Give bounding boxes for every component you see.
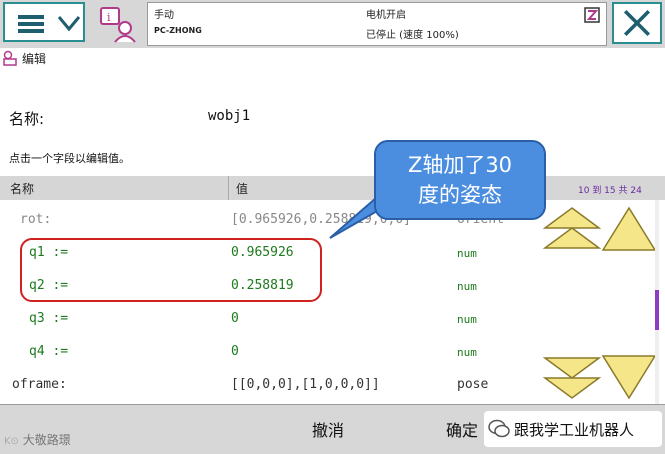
motor-state-text: 电机开启 <box>366 10 406 21</box>
run-state-text: 已停止 (速度 100%) <box>366 30 459 41</box>
row-name: q3 := <box>29 311 69 326</box>
name-label: 名称: <box>9 110 45 128</box>
callout-bubble: Z轴加了30 度的姿态 <box>374 140 546 220</box>
hamburger-icon <box>18 15 44 33</box>
row-value: [[0,0,0],[1,0,0,0]] <box>231 377 380 392</box>
watermark: K⊙ 大敬路璟 <box>4 431 71 448</box>
row-name: q4 := <box>29 344 69 359</box>
page-down-icon[interactable] <box>543 354 601 400</box>
bottom-bar: 撤消 确定 取消 K⊙ 大敬路璟 跟我学工业机器人 <box>0 404 665 454</box>
top-bar: i 手动 PC-ZHONG 电机开启 已停止 (速度 100%) <box>0 0 665 48</box>
system-name-text: PC-ZHONG <box>154 26 202 35</box>
window-title: 编辑 <box>22 52 47 66</box>
row-type: num <box>457 247 477 260</box>
operator-window-icon[interactable]: i <box>95 2 139 44</box>
row-type: pose <box>457 377 489 392</box>
callout-line-2: 度的姿态 <box>418 183 502 207</box>
row-type: num <box>457 346 477 359</box>
table-header: 名称 值 10 到 15 共 24 <box>0 176 665 200</box>
row-name: oframe: <box>12 377 67 392</box>
brand-text: 跟我学工业机器人 <box>514 421 635 439</box>
main-menu-button[interactable] <box>3 2 85 42</box>
column-header-name: 名称 <box>10 182 35 196</box>
wechat-icon <box>488 419 510 438</box>
row-name: rot: <box>20 212 52 227</box>
status-panel: 手动 PC-ZHONG 电机开启 已停止 (速度 100%) <box>147 2 607 46</box>
row-value: 0 <box>231 311 239 326</box>
page-info: 10 到 15 共 24 <box>578 186 642 196</box>
chevron-down-icon <box>57 16 81 32</box>
close-icon[interactable] <box>612 2 662 44</box>
table-row[interactable]: q4 := 0 num <box>0 336 540 369</box>
watermark-logo-icon: K⊙ <box>4 436 19 447</box>
scroll-up-icon[interactable] <box>601 206 657 252</box>
ok-button[interactable]: 确定 <box>446 417 478 441</box>
watermark-text: 大敬路璟 <box>22 433 71 447</box>
name-value: wobj1 <box>208 108 251 124</box>
table-row[interactable]: oframe: [[0,0,0],[1,0,0,0]] pose <box>0 369 540 402</box>
row-type: num <box>457 280 477 293</box>
row-type: num <box>457 313 477 326</box>
scroll-down-icon[interactable] <box>601 354 657 400</box>
undo-button[interactable]: 撤消 <box>312 417 344 441</box>
callout-line-1: Z轴加了30 <box>407 153 513 177</box>
scrollbar-thumb[interactable] <box>655 290 659 330</box>
page-up-icon[interactable] <box>543 206 601 252</box>
table-row[interactable]: q3 := 0 num <box>0 303 540 336</box>
svg-text:i: i <box>107 11 111 24</box>
program-icon[interactable] <box>584 7 600 23</box>
column-header-value: 值 <box>236 182 249 196</box>
edit-icon <box>3 50 17 66</box>
hint-text: 点击一个字段以编辑值。 <box>9 152 130 165</box>
row-value: 0 <box>231 344 239 359</box>
window-title-bar: 编辑 <box>0 48 665 68</box>
mode-text: 手动 <box>154 10 174 21</box>
brand-badge: 跟我学工业机器人 <box>484 411 662 447</box>
highlight-box <box>20 238 322 302</box>
